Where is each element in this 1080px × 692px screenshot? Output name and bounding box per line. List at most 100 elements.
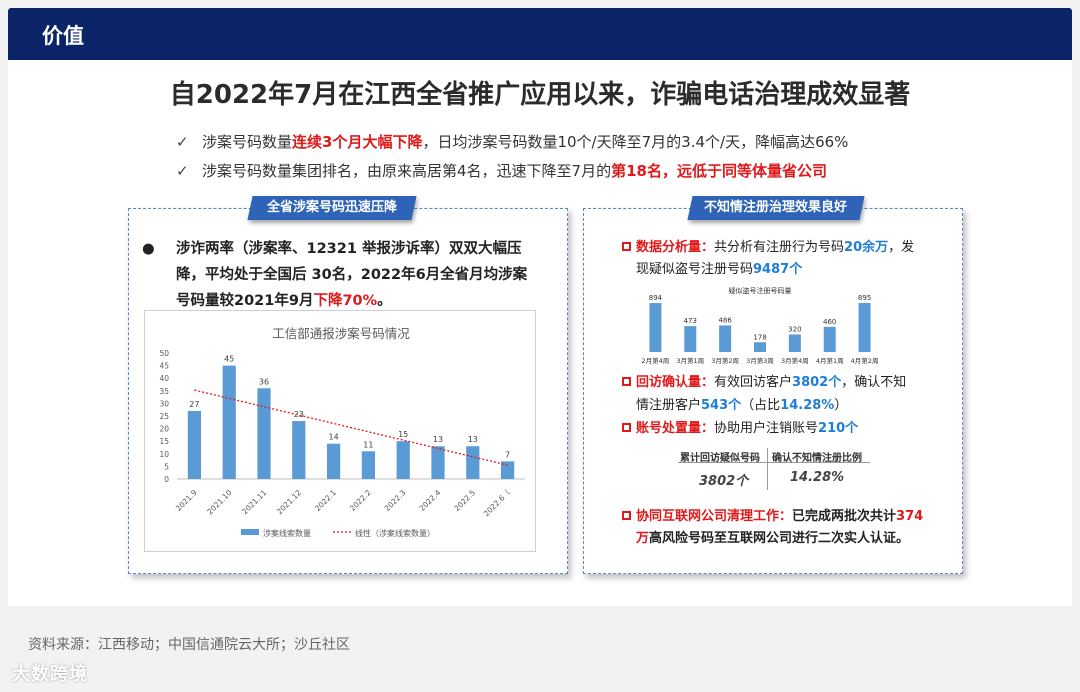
x-tick-label: 2022.4 xyxy=(417,488,442,513)
x-tick-label: 2021.9 xyxy=(174,488,199,513)
mini-data-label: 320 xyxy=(788,325,801,333)
headline: 自2022年7月在江西全省推广应用以来，诈骗电话治理成效显著 xyxy=(169,80,911,110)
y-tick-label: 0 xyxy=(164,475,169,484)
x-tick-label: 2021.11 xyxy=(240,488,268,516)
data-label: 15 xyxy=(398,430,408,439)
bullet-1: ✓ 涉案号码数量连续3个月大幅下降，日均涉案号码数量10个/天降至7月的3.4个/… xyxy=(176,131,848,152)
y-tick-label: 15 xyxy=(159,437,169,446)
cleanup-line2-post: 高风险号码至互联网公司进行二次实人认证。 xyxy=(649,531,910,546)
kpi-1-value: 3802个 xyxy=(699,474,749,489)
mini-data-label: 178 xyxy=(753,333,766,341)
y-tick-label: 45 xyxy=(159,362,169,371)
header-bar: 价值 xyxy=(8,8,1072,60)
analysis-pre: 共分析有注册行为号码 xyxy=(714,240,845,255)
left-panel-tag: 全省涉案号码迅速压降 xyxy=(247,196,417,220)
bullet-2: ✓ 涉案号码数量集团排名，由原来高居第4名，迅速下降至7月的第18名，远低于同等体… xyxy=(176,160,827,181)
y-tick-label: 30 xyxy=(159,399,169,408)
bar xyxy=(396,441,410,479)
left-panel-text: ● 涉诈两率（涉案率、12321 举报涉诉率）双双大幅压降，平均处于全国后 30… xyxy=(142,236,540,314)
y-tick-label: 5 xyxy=(164,462,169,471)
data-label: 45 xyxy=(224,355,234,364)
visit-line2-pre: 情注册客户 xyxy=(636,398,702,413)
x-tick-label: 2021.10 xyxy=(205,488,233,516)
legend-label-bars: 涉案线索数量 xyxy=(263,528,311,538)
watermark: 大数跨境 xyxy=(12,664,88,685)
left-text-post: 。 xyxy=(377,293,392,309)
bullet-2-highlight: 第18名，远低于同等体量省公司 xyxy=(611,162,827,180)
analysis-line2-pre: 现疑似盗号注册号码 xyxy=(636,262,754,277)
legend-label-trend: 线性（涉案线索数量） xyxy=(355,528,435,538)
bar xyxy=(222,365,236,479)
bullet-dot-icon: ● xyxy=(142,241,155,257)
analysis-line-2: 现疑似盗号注册号码9487个 xyxy=(636,259,802,281)
mini-data-label: 460 xyxy=(823,318,836,326)
visit-line-2: 情注册客户543个（占比14.28%） xyxy=(636,395,847,417)
y-tick-label: 25 xyxy=(159,412,169,421)
x-tick-label: 2021.12 xyxy=(275,488,303,516)
y-tick-label: 20 xyxy=(159,425,169,434)
cleanup-line2-hl: 万 xyxy=(636,531,650,546)
check-icon: ✓ xyxy=(176,162,189,180)
bullet-1-highlight: 连续3个月大幅下降 xyxy=(292,133,423,151)
bar xyxy=(257,388,271,479)
account-label: 账号处置量： xyxy=(636,421,715,436)
x-tick-label: 2022.5 xyxy=(452,488,477,513)
mini-data-label: 486 xyxy=(718,316,732,324)
mini-bar xyxy=(649,303,662,352)
x-tick-label: 2022.3 xyxy=(383,488,408,513)
y-tick-label: 40 xyxy=(159,374,169,383)
data-label: 23 xyxy=(294,410,304,419)
mini-bar xyxy=(684,326,697,352)
bar xyxy=(326,443,341,479)
check-icon: ✓ xyxy=(176,133,189,151)
square-bullet-icon xyxy=(622,242,631,251)
data-label: 14 xyxy=(329,433,339,442)
visit-line2-post: ） xyxy=(834,398,848,413)
mini-chart-title: 疑似盗号注册号码量 xyxy=(729,286,792,295)
analysis-hl: 20余万 xyxy=(844,240,889,255)
kpi-divider xyxy=(678,462,870,463)
cleanup-line-2: 万高风险号码至互联网公司进行二次实人认证。 xyxy=(636,528,909,550)
data-label: 27 xyxy=(189,400,199,409)
data-label: 36 xyxy=(259,377,269,386)
left-text-highlight: 下降70% xyxy=(313,293,378,309)
y-tick-label: 10 xyxy=(159,450,169,459)
x-tick-label: 2022.2 xyxy=(348,488,373,513)
mini-bar xyxy=(823,326,836,352)
source-note: 资料来源：江西移动；中国信通院云大所；沙丘社区 xyxy=(28,637,350,653)
square-bullet-icon xyxy=(622,511,631,520)
mini-x-label: 3月第1周 xyxy=(676,356,704,365)
bar xyxy=(361,451,376,479)
bar xyxy=(466,446,480,479)
mini-bar xyxy=(754,342,766,352)
mini-x-label: 4月第2周 xyxy=(851,356,879,365)
chart-title: 工信部通报涉案号码情况 xyxy=(272,326,410,341)
data-label: 11 xyxy=(363,440,373,449)
mini-data-label: 894 xyxy=(649,294,663,302)
account-line: 账号处置量：协助用户注销账号210个 xyxy=(622,418,858,440)
visit-line2-mid: （占比 xyxy=(741,398,781,413)
mini-data-label: 895 xyxy=(858,294,871,302)
account-hl: 210个 xyxy=(818,421,859,436)
data-label: 13 xyxy=(433,435,443,444)
visit-line-1: 回访确认量：有效回访客户3802个，确认不知 xyxy=(622,372,906,394)
x-tick-label: 2022.1 xyxy=(313,488,338,513)
cleanup-label: 协同互联网公司清理工作： xyxy=(636,509,793,524)
x-tick-label: 2022.6（ xyxy=(482,488,513,519)
analysis-line-1: 数据分析量：共分析有注册行为号码20余万，发 xyxy=(622,237,914,259)
mini-bar xyxy=(719,325,732,352)
analysis-label: 数据分析量： xyxy=(636,240,715,255)
cleanup-line-1: 协同互联网公司清理工作：已完成两批次共计374 xyxy=(622,506,923,528)
visit-pre: 有效回访客户 xyxy=(714,375,793,390)
mini-x-label: 4月第1周 xyxy=(816,356,844,365)
analysis-line2-hl: 9487个 xyxy=(753,262,803,277)
kpi-2-value: 14.28% xyxy=(790,470,845,485)
square-bullet-icon xyxy=(622,423,631,432)
y-tick-label: 35 xyxy=(159,387,169,396)
mini-bar xyxy=(858,303,871,352)
bullet-1-pre: 涉案号码数量 xyxy=(202,133,293,151)
data-label: 13 xyxy=(468,435,478,444)
mini-data-label: 473 xyxy=(684,317,697,325)
left-chart-frame: 工信部通报涉案号码情况 0 5 10 15 20 25 30 35 40 45 50 27 2021.9 4… xyxy=(144,310,536,552)
visit-line2-hl2: 14.28% xyxy=(780,398,835,413)
